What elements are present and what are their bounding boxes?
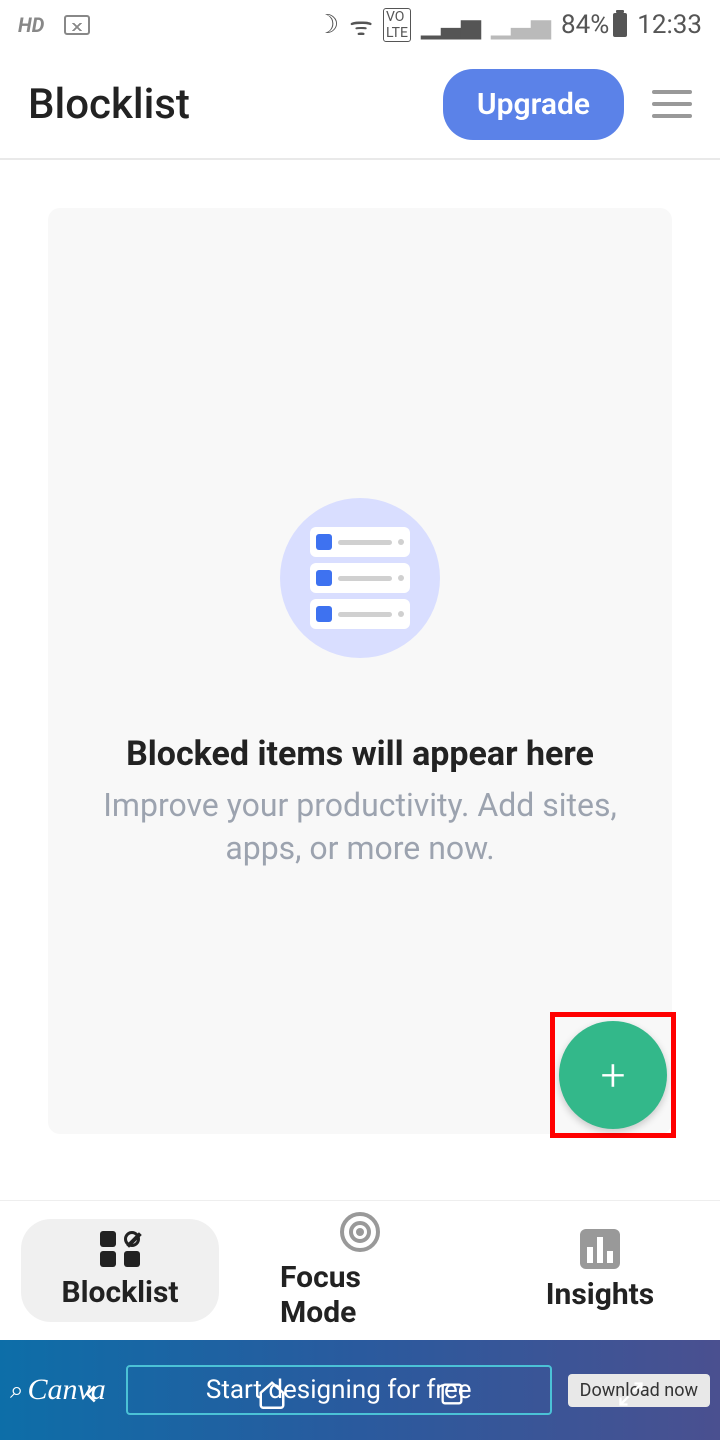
battery-icon <box>613 13 627 37</box>
bottom-nav: Blocklist Focus Mode Insights <box>0 1200 720 1340</box>
nav-blocklist[interactable]: Blocklist <box>0 1219 240 1322</box>
battery-text: 84% <box>561 10 609 40</box>
nav-focus-mode[interactable]: Focus Mode <box>240 1200 480 1342</box>
upgrade-button[interactable]: Upgrade <box>443 69 624 140</box>
nav-insights[interactable]: Insights <box>480 1217 720 1324</box>
hamburger-menu-icon[interactable] <box>652 90 692 118</box>
status-bar: HD ☽ ᯤ VOLTE ▁▃▅ ▁▃▅ 84% 12:33 <box>0 0 720 50</box>
dnd-icon: ☽ <box>316 10 339 40</box>
empty-list-illustration <box>280 498 440 658</box>
ad-text: Start designing for free <box>126 1365 552 1415</box>
page-title: Blocklist <box>28 80 443 129</box>
blocklist-icon <box>100 1231 140 1267</box>
volte-icon: VOLTE <box>383 8 411 42</box>
empty-state-card: Blocked items will appear here Improve y… <box>48 208 672 1134</box>
nav-blocklist-label: Blocklist <box>61 1275 178 1310</box>
gallery-icon <box>64 15 90 35</box>
empty-title: Blocked items will appear here <box>126 734 594 774</box>
signal2-icon: ▁▃▅ <box>491 10 551 40</box>
wifi-icon: ᯤ <box>349 7 373 43</box>
app-header: Blocklist Upgrade <box>0 50 720 160</box>
insights-icon <box>580 1229 620 1269</box>
plus-icon: + <box>601 1049 626 1101</box>
main-content: Blocked items will appear here Improve y… <box>0 160 720 1134</box>
clock: 12:33 <box>637 10 702 40</box>
ad-banner[interactable]: ⌕ Canva Start designing for free Downloa… <box>0 1340 720 1440</box>
ad-cta-button[interactable]: Download now <box>568 1374 710 1407</box>
empty-subtitle: Improve your productivity. Add sites, ap… <box>48 784 672 870</box>
nav-insights-label: Insights <box>546 1277 654 1312</box>
fab-highlight-box: + <box>550 1012 676 1138</box>
ad-brand: Canva <box>27 1373 105 1407</box>
nav-focus-label: Focus Mode <box>280 1260 440 1330</box>
hd-indicator: HD <box>18 13 44 37</box>
add-fab-button[interactable]: + <box>559 1021 667 1129</box>
target-icon <box>340 1212 380 1252</box>
signal-icon: ▁▃▅ <box>421 10 481 40</box>
search-icon: ⌕ <box>10 1376 23 1404</box>
